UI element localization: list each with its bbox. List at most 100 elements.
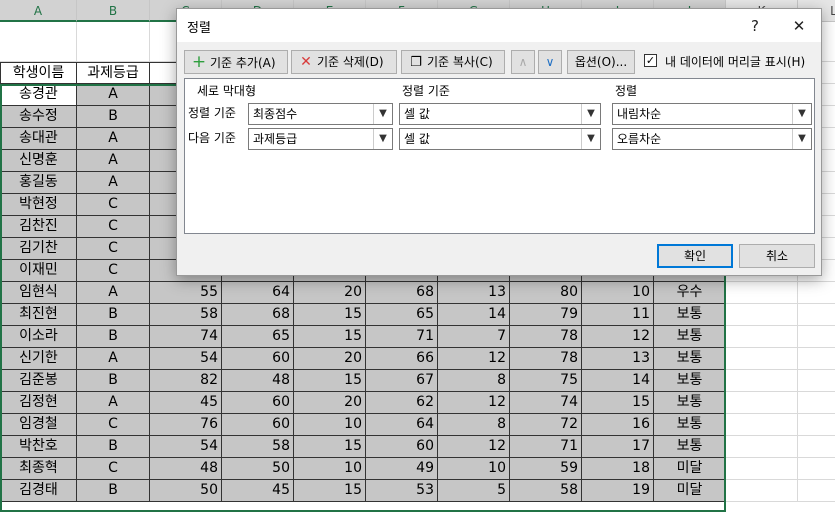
- cell[interactable]: 48: [222, 370, 294, 392]
- cell[interactable]: B: [77, 106, 150, 128]
- cell[interactable]: 신기한: [0, 348, 77, 370]
- cell[interactable]: 59: [510, 458, 582, 480]
- cell[interactable]: 8: [438, 370, 510, 392]
- cell[interactable]: 김경태: [0, 480, 77, 502]
- cell[interactable]: 54: [150, 436, 222, 458]
- level-order-select[interactable]: 오름차순 ▼: [612, 128, 812, 150]
- cell[interactable]: 보통: [654, 370, 726, 392]
- cell[interactable]: [798, 304, 835, 326]
- cell[interactable]: 60: [366, 436, 438, 458]
- cell[interactable]: C: [77, 194, 150, 216]
- cell[interactable]: 74: [150, 326, 222, 348]
- cell[interactable]: 55: [150, 282, 222, 304]
- cell[interactable]: 64: [366, 414, 438, 436]
- cell[interactable]: 75: [510, 370, 582, 392]
- cell[interactable]: 홍길동: [0, 172, 77, 194]
- cell[interactable]: [726, 370, 798, 392]
- cell[interactable]: 김정현: [0, 392, 77, 414]
- ok-button[interactable]: 확인: [657, 244, 733, 268]
- cell[interactable]: A: [77, 282, 150, 304]
- cell[interactable]: 8: [438, 414, 510, 436]
- cell[interactable]: 보통: [654, 348, 726, 370]
- cell[interactable]: 68: [366, 282, 438, 304]
- cell[interactable]: 65: [222, 326, 294, 348]
- cell[interactable]: 신명훈: [0, 150, 77, 172]
- cell[interactable]: [798, 458, 835, 480]
- cell[interactable]: C: [77, 216, 150, 238]
- cell[interactable]: [798, 480, 835, 502]
- cell[interactable]: 60: [222, 414, 294, 436]
- cell[interactable]: 보통: [654, 304, 726, 326]
- cell[interactable]: [726, 282, 798, 304]
- cell[interactable]: C: [77, 238, 150, 260]
- cell[interactable]: 7: [438, 326, 510, 348]
- header-cell[interactable]: 과제등급: [77, 62, 150, 84]
- cell[interactable]: 58: [222, 436, 294, 458]
- options-button[interactable]: 옵션(O)...: [567, 50, 635, 74]
- cell[interactable]: [726, 392, 798, 414]
- cell[interactable]: 11: [582, 304, 654, 326]
- cell[interactable]: 박찬호: [0, 436, 77, 458]
- cell[interactable]: [798, 436, 835, 458]
- cell[interactable]: [798, 282, 835, 304]
- level-column-select[interactable]: 최종점수 ▼: [248, 103, 393, 125]
- cell[interactable]: [0, 22, 77, 62]
- cell[interactable]: 이소라: [0, 326, 77, 348]
- cell[interactable]: 박현정: [0, 194, 77, 216]
- cell[interactable]: [77, 22, 150, 62]
- cell[interactable]: C: [77, 260, 150, 282]
- cell[interactable]: 71: [510, 436, 582, 458]
- cell[interactable]: 15: [294, 436, 366, 458]
- cell[interactable]: 54: [150, 348, 222, 370]
- cell[interactable]: 송수정: [0, 106, 77, 128]
- cell[interactable]: 71: [366, 326, 438, 348]
- copy-level-button[interactable]: ❐ 기준 복사(C): [401, 50, 505, 74]
- cell[interactable]: 이재민: [0, 260, 77, 282]
- cell[interactable]: 45: [222, 480, 294, 502]
- cell[interactable]: A: [77, 392, 150, 414]
- cell[interactable]: 김찬진: [0, 216, 77, 238]
- cell[interactable]: 12: [438, 436, 510, 458]
- header-cell[interactable]: 학생이름: [0, 62, 77, 84]
- cell[interactable]: B: [77, 480, 150, 502]
- delete-level-button[interactable]: ✕ 기준 삭제(D): [291, 50, 397, 74]
- cell[interactable]: 16: [582, 414, 654, 436]
- level-sort-on-select[interactable]: 셀 값 ▼: [399, 103, 601, 125]
- cell[interactable]: 10: [438, 458, 510, 480]
- level-order-select[interactable]: 내림차순 ▼: [612, 103, 812, 125]
- cell[interactable]: 우수: [654, 282, 726, 304]
- cell[interactable]: [726, 414, 798, 436]
- cell[interactable]: 보통: [654, 436, 726, 458]
- cell[interactable]: 15: [294, 326, 366, 348]
- cell[interactable]: 74: [510, 392, 582, 414]
- cell[interactable]: [726, 480, 798, 502]
- cell[interactable]: [726, 304, 798, 326]
- cell[interactable]: 79: [510, 304, 582, 326]
- cell[interactable]: 15: [294, 480, 366, 502]
- cell[interactable]: 20: [294, 348, 366, 370]
- cell[interactable]: 19: [582, 480, 654, 502]
- cell[interactable]: 김기찬: [0, 238, 77, 260]
- cell[interactable]: 5: [438, 480, 510, 502]
- cell[interactable]: 미달: [654, 458, 726, 480]
- cell[interactable]: [726, 436, 798, 458]
- cell[interactable]: 67: [366, 370, 438, 392]
- cell[interactable]: 50: [150, 480, 222, 502]
- help-button[interactable]: ?: [735, 13, 775, 39]
- column-header-b[interactable]: B: [77, 0, 150, 22]
- cell[interactable]: [798, 414, 835, 436]
- cell[interactable]: 최진현: [0, 304, 77, 326]
- cell[interactable]: [798, 392, 835, 414]
- cell[interactable]: 50: [222, 458, 294, 480]
- cell[interactable]: A: [77, 150, 150, 172]
- cell[interactable]: A: [77, 84, 150, 106]
- cell[interactable]: 60: [222, 348, 294, 370]
- cell[interactable]: 10: [294, 458, 366, 480]
- cell[interactable]: [726, 458, 798, 480]
- cell[interactable]: 15: [294, 370, 366, 392]
- cell[interactable]: 송경관: [0, 84, 77, 106]
- cell[interactable]: 78: [510, 326, 582, 348]
- cell[interactable]: [726, 326, 798, 348]
- level-column-select[interactable]: 과제등급 ▼: [248, 128, 393, 150]
- cell[interactable]: [726, 348, 798, 370]
